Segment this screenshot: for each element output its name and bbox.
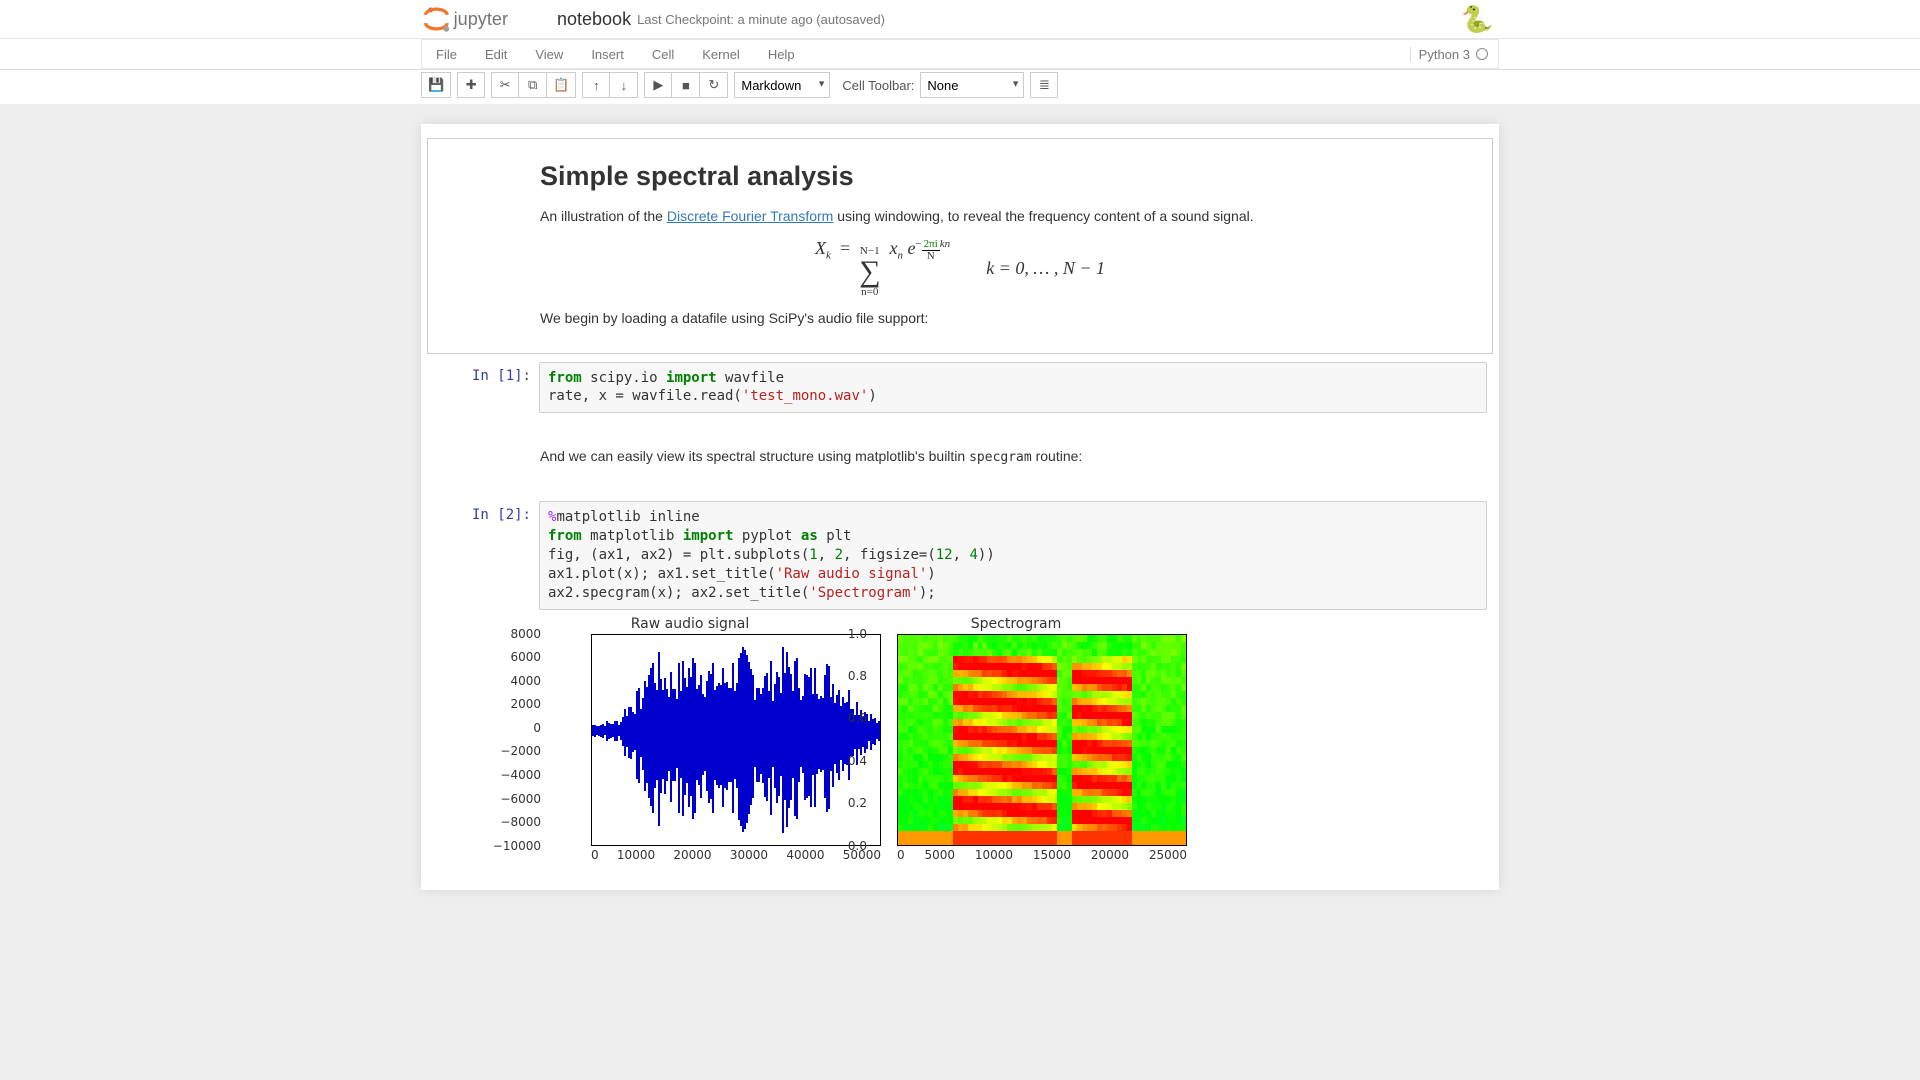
menu-insert[interactable]: Insert (577, 41, 638, 68)
jupyter-logo[interactable]: jupyter (421, 5, 557, 33)
paste-icon: 📋 (553, 77, 569, 93)
arrow-up-icon: ↑ (593, 78, 600, 93)
menu-help[interactable]: Help (754, 41, 809, 68)
menu-file[interactable]: File (422, 41, 471, 68)
subplot-title: Spectrogram (871, 616, 1161, 632)
cell-toolbar-select[interactable]: None (920, 72, 1024, 98)
subplot-raw-audio: Raw audio signal 01000020000300004000050… (545, 616, 835, 862)
md-paragraph: And we can easily view its spectral stru… (540, 446, 1380, 468)
subplot-spectrogram: Spectrogram 0500010000150002000025000 1.… (871, 616, 1161, 862)
kernel-name: Python 3 (1419, 47, 1470, 62)
run-button[interactable]: ▶ (644, 72, 672, 98)
save-button[interactable]: 💾 (421, 72, 451, 98)
inline-code: specgram (969, 450, 1032, 465)
move-down-button[interactable]: ↓ (610, 72, 638, 98)
menu-bar: File Edit View Insert Cell Kernel Help (422, 41, 809, 68)
move-up-button[interactable]: ↑ (582, 72, 610, 98)
code-input[interactable]: %matplotlib inline from matplotlib impor… (539, 501, 1487, 609)
paste-button[interactable]: 📋 (547, 72, 576, 98)
code-cell[interactable]: In [1]: from scipy.io import wavfile rat… (427, 362, 1493, 414)
copy-icon: ⧉ (528, 77, 537, 93)
run-icon: ▶ (653, 77, 663, 93)
insert-cell-below-button[interactable]: ✚ (457, 72, 485, 98)
menu-edit[interactable]: Edit (471, 41, 521, 68)
markdown-cell[interactable]: Simple spectral analysis An illustration… (427, 138, 1493, 354)
spectrogram-plot (897, 634, 1187, 846)
list-icon: ≣ (1039, 77, 1050, 93)
menu-view[interactable]: View (521, 41, 577, 68)
code-input[interactable]: from scipy.io import wavfile rate, x = w… (539, 362, 1487, 414)
notebook-name[interactable]: notebook (557, 9, 631, 30)
plus-icon: ✚ (466, 77, 477, 93)
waveform-plot (591, 634, 881, 846)
copy-button[interactable]: ⧉ (519, 72, 547, 98)
input-prompt: In [1]: (427, 362, 539, 384)
input-prompt: In [2]: (427, 501, 539, 523)
page-title: Simple spectral analysis (540, 161, 1380, 192)
menu-kernel[interactable]: Kernel (688, 41, 754, 68)
arrow-down-icon: ↓ (621, 78, 628, 93)
kernel-idle-icon (1476, 48, 1488, 60)
cell-type-select[interactable]: Markdown (734, 72, 830, 98)
command-palette-button[interactable]: ≣ (1030, 72, 1058, 98)
restart-button[interactable]: ↻ (700, 72, 728, 98)
python-logo-icon: 🐍 (1461, 4, 1493, 35)
checkpoint-status: Last Checkpoint: a minute ago (autosaved… (637, 12, 885, 27)
restart-icon: ↻ (708, 77, 719, 93)
interrupt-button[interactable]: ■ (672, 72, 700, 98)
dft-formula: Xk = N−1 ∑ n=0 xn e−2πiNkn k = 0, … , N … (540, 238, 1380, 298)
stop-icon: ■ (682, 78, 690, 93)
notebook-area[interactable]: Simple spectral analysis An illustration… (421, 124, 1499, 890)
cell-toolbar-label: Cell Toolbar: (836, 78, 914, 93)
subplot-title: Raw audio signal (545, 616, 835, 632)
dft-link[interactable]: Discrete Fourier Transform (667, 208, 833, 224)
menu-cell[interactable]: Cell (638, 41, 688, 68)
md-paragraph: We begin by loading a datafile using Sci… (540, 308, 1380, 328)
save-icon: 💾 (428, 77, 444, 93)
cut-icon: ✂ (500, 77, 511, 93)
markdown-cell[interactable]: And we can easily view its spectral stru… (427, 421, 1493, 493)
code-cell[interactable]: In [2]: %matplotlib inline from matplotl… (427, 501, 1493, 861)
svg-text:jupyter: jupyter (453, 9, 508, 29)
output-area: Raw audio signal 01000020000300004000050… (539, 610, 1493, 862)
cut-button[interactable]: ✂ (491, 72, 519, 98)
md-paragraph: An illustration of the Discrete Fourier … (540, 206, 1380, 226)
